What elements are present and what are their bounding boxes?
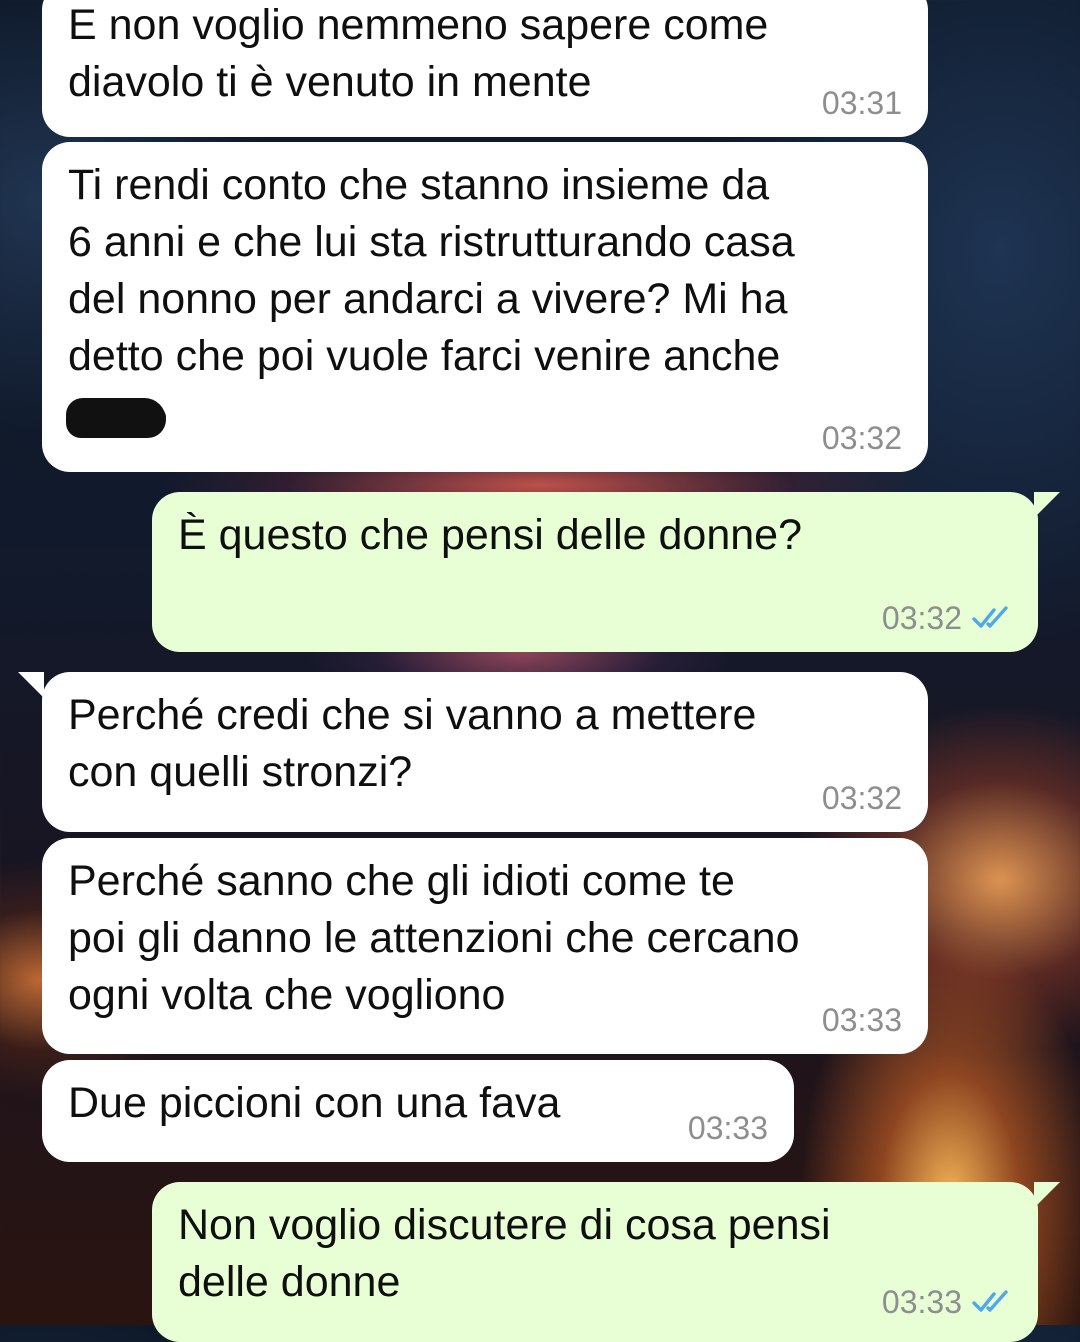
double-check-icon	[972, 1290, 1012, 1314]
message-text: Perché credi che si vanno a mettere con …	[68, 691, 757, 796]
message-bubble-outgoing[interactable]: Non voglio discutere di cosa pensi delle…	[152, 1182, 1038, 1342]
message-bubble-incoming[interactable]: E non voglio nemmeno sapere come diavolo…	[42, 0, 928, 137]
message-bubble-incoming[interactable]: Perché sanno che gli idioti come te poi …	[42, 838, 928, 1054]
message-meta: 03:32	[882, 600, 1012, 636]
message-time: 03:33	[881, 1284, 962, 1320]
message-bubble-incoming[interactable]: Ti rendi conto che stanno insieme da 6 a…	[42, 142, 928, 472]
message-time: 03:32	[821, 420, 902, 456]
message-text: Ti rendi conto che stanno insieme da 6 a…	[68, 161, 795, 380]
message-meta: 03:32	[822, 780, 902, 816]
bubble-tail	[18, 672, 44, 698]
message-time: 03:31	[821, 85, 902, 121]
message-text: Due piccioni con una fava	[68, 1079, 561, 1127]
bubble-tail	[1034, 492, 1060, 518]
message-meta: 03:32	[822, 420, 902, 456]
message-bubble-incoming[interactable]: Perché credi che si vanno a mettere con …	[42, 672, 928, 832]
message-bubble-outgoing[interactable]: È questo che pensi delle donne? 03:32	[152, 492, 1038, 652]
double-check-icon	[972, 606, 1012, 630]
message-time: 03:32	[821, 780, 902, 816]
message-meta: 03:33	[882, 1284, 1012, 1320]
message-meta: 03:31	[822, 85, 902, 121]
message-meta: 03:33	[688, 1110, 768, 1146]
message-bubble-incoming[interactable]: Due piccioni con una fava 03:33	[42, 1060, 794, 1162]
bubble-tail	[1034, 1182, 1060, 1208]
message-meta: 03:33	[822, 1002, 902, 1038]
redaction-mark	[66, 398, 166, 438]
message-text: E non voglio nemmeno sapere come diavolo…	[68, 1, 769, 106]
message-time: 03:32	[881, 600, 962, 636]
message-text: È questo che pensi delle donne?	[178, 511, 802, 559]
message-text: Perché sanno che gli idioti come te poi …	[68, 857, 800, 1019]
message-time: 03:33	[821, 1002, 902, 1038]
message-time: 03:33	[687, 1110, 768, 1146]
